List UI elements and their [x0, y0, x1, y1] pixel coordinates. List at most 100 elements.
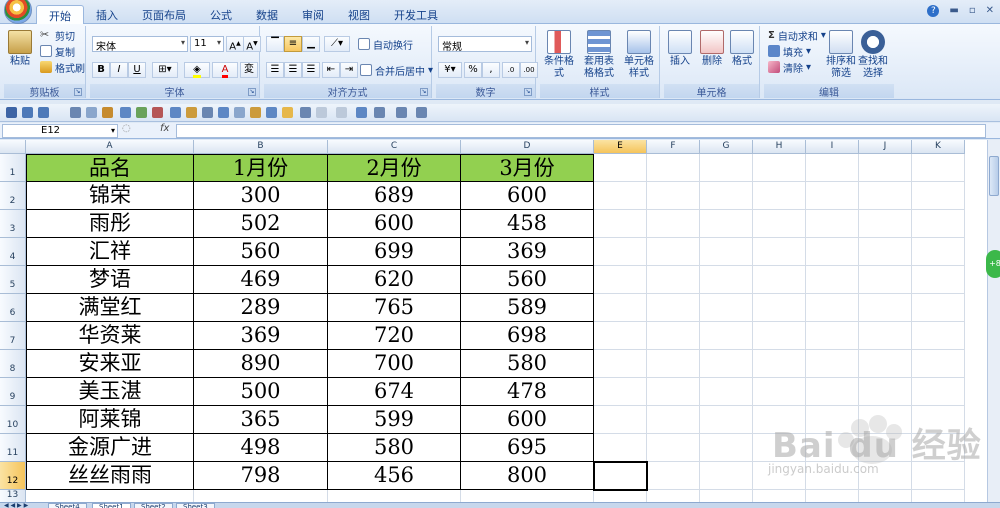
row-header[interactable]: 13 — [0, 490, 26, 502]
row-header[interactable]: 10 — [0, 406, 26, 434]
empty-cell[interactable] — [806, 266, 859, 294]
empty-cell[interactable] — [700, 434, 753, 462]
empty-cell[interactable] — [859, 154, 912, 182]
empty-cell[interactable] — [859, 322, 912, 350]
table-cell[interactable]: 安来亚 — [26, 350, 194, 378]
fill-button[interactable]: 填充 ▾ — [768, 44, 811, 59]
close-icon[interactable]: ✕ — [986, 5, 994, 17]
empty-cell[interactable] — [594, 350, 647, 378]
empty-cell[interactable] — [859, 378, 912, 406]
table-header-cell[interactable]: 品名 — [26, 154, 194, 182]
empty-cell[interactable] — [594, 378, 647, 406]
copy-button[interactable]: 复制 — [40, 44, 75, 59]
column-header[interactable]: H — [753, 140, 806, 154]
table-cell[interactable]: 890 — [194, 350, 328, 378]
table-cell[interactable]: 金源广进 — [26, 434, 194, 462]
ribbon-tab[interactable]: 插入 — [84, 5, 130, 24]
table-cell[interactable]: 765 — [328, 294, 461, 322]
empty-cell[interactable] — [912, 266, 965, 294]
row-header[interactable]: 7 — [0, 322, 26, 350]
quick-access-tool-icon[interactable] — [282, 107, 293, 118]
table-cell[interactable]: 674 — [328, 378, 461, 406]
sheet-tab[interactable]: Sheet3 — [176, 503, 215, 508]
format-as-table-button[interactable]: 套用表格格式 — [580, 30, 618, 80]
restore-icon[interactable]: ▫ — [969, 5, 976, 17]
row-header[interactable]: 11 — [0, 434, 26, 462]
empty-cell[interactable] — [700, 490, 753, 502]
empty-cell[interactable] — [700, 154, 753, 182]
empty-cell[interactable] — [647, 434, 700, 462]
table-cell[interactable]: 698 — [461, 322, 594, 350]
quick-access-tool-icon[interactable] — [356, 107, 367, 118]
quick-access-tool-icon[interactable] — [6, 107, 17, 118]
row-header[interactable]: 5 — [0, 266, 26, 294]
alignment-launcher-icon[interactable]: ↘ — [420, 88, 428, 96]
formula-input[interactable] — [176, 124, 986, 138]
zoom-badge[interactable]: +8 — [986, 250, 1000, 278]
align-middle-button[interactable]: ≡ — [284, 36, 302, 52]
font-size-combo[interactable]: 11 ▾ — [190, 36, 224, 52]
quick-access-tool-icon[interactable] — [202, 107, 213, 118]
empty-cell[interactable] — [700, 210, 753, 238]
empty-cell[interactable] — [700, 322, 753, 350]
empty-cell[interactable] — [594, 182, 647, 210]
empty-cell[interactable] — [859, 238, 912, 266]
quick-access-tool-icon[interactable] — [336, 107, 347, 118]
table-cell[interactable]: 雨彤 — [26, 210, 194, 238]
underline-button[interactable]: U — [128, 62, 146, 78]
active-cell-selection[interactable] — [593, 461, 648, 491]
fx-icon[interactable]: fx — [160, 123, 169, 134]
empty-cell[interactable] — [859, 182, 912, 210]
empty-cell[interactable] — [700, 378, 753, 406]
fill-color-button[interactable]: ◈ — [184, 62, 210, 78]
bold-button[interactable]: B — [92, 62, 110, 78]
row-header[interactable]: 12 — [0, 462, 26, 490]
column-header[interactable]: A — [26, 140, 194, 154]
row-header[interactable]: 9 — [0, 378, 26, 406]
autosum-button[interactable]: Σ 自动求和 ▾ — [768, 28, 826, 43]
quick-access-tool-icon[interactable] — [136, 107, 147, 118]
empty-cell[interactable] — [859, 350, 912, 378]
quick-access-tool-icon[interactable] — [250, 107, 261, 118]
empty-cell[interactable] — [647, 210, 700, 238]
column-header[interactable]: C — [328, 140, 461, 154]
minimize-icon[interactable]: ▬ — [949, 5, 958, 17]
ribbon-tab[interactable]: 开发工具 — [382, 5, 450, 24]
empty-cell[interactable] — [806, 182, 859, 210]
empty-cell[interactable] — [594, 434, 647, 462]
quick-access-tool-icon[interactable] — [300, 107, 311, 118]
quick-access-tool-icon[interactable] — [396, 107, 407, 118]
empty-cell[interactable] — [700, 294, 753, 322]
increase-indent-button[interactable]: ⇥ — [340, 62, 358, 78]
column-header[interactable]: I — [806, 140, 859, 154]
empty-cell[interactable] — [647, 490, 700, 502]
empty-cell[interactable] — [594, 406, 647, 434]
sort-filter-button[interactable]: 排序和筛选 — [826, 30, 856, 80]
column-header[interactable]: F — [647, 140, 700, 154]
table-cell[interactable]: 580 — [461, 350, 594, 378]
empty-cell[interactable] — [753, 238, 806, 266]
ribbon-tab[interactable]: 页面布局 — [130, 5, 198, 24]
empty-cell[interactable] — [647, 294, 700, 322]
quick-access-tool-icon[interactable] — [70, 107, 81, 118]
quick-access-tool-icon[interactable] — [86, 107, 97, 118]
table-cell[interactable]: 695 — [461, 434, 594, 462]
quick-access-tool-icon[interactable] — [374, 107, 385, 118]
clipboard-launcher-icon[interactable]: ↘ — [74, 88, 82, 96]
table-cell[interactable]: 502 — [194, 210, 328, 238]
table-cell[interactable]: 800 — [461, 462, 594, 490]
empty-cell[interactable] — [912, 154, 965, 182]
empty-cell[interactable] — [806, 378, 859, 406]
empty-cell[interactable] — [753, 378, 806, 406]
align-center-button[interactable]: ☰ — [284, 62, 302, 78]
empty-cell[interactable] — [753, 322, 806, 350]
font-color-button[interactable]: A — [212, 62, 238, 78]
table-header-cell[interactable]: 1月份 — [194, 154, 328, 182]
table-cell[interactable]: 600 — [328, 210, 461, 238]
italic-button[interactable]: I — [110, 62, 128, 78]
empty-cell[interactable] — [912, 322, 965, 350]
delete-cells-button[interactable]: 删除 — [698, 30, 726, 68]
number-format-combo[interactable]: 常规 ▾ — [438, 36, 532, 53]
ribbon-tab[interactable]: 审阅 — [290, 5, 336, 24]
empty-cell[interactable] — [194, 490, 328, 502]
